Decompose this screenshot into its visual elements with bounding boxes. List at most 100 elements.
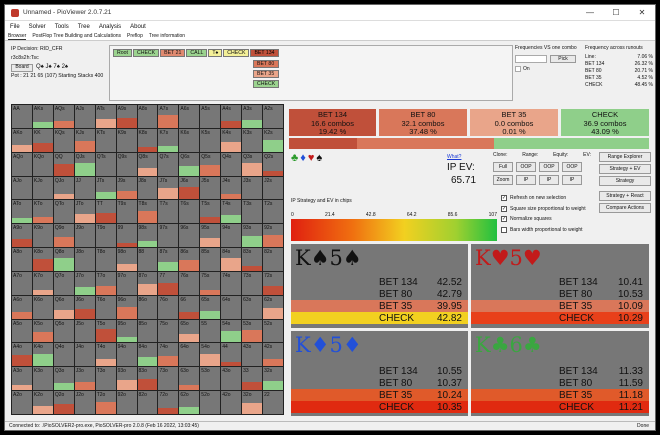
tree-node-bet80[interactable]: BET 80 bbox=[253, 60, 280, 68]
range-cell[interactable]: J8s bbox=[137, 176, 158, 200]
range-cell[interactable]: Q9o bbox=[53, 224, 74, 248]
range-cell[interactable]: A7o bbox=[12, 271, 32, 295]
range-cell[interactable]: 88 bbox=[137, 248, 158, 271]
range-cell[interactable]: Q7o bbox=[53, 271, 74, 295]
range-cell[interactable]: T8s bbox=[137, 200, 158, 224]
combo-input[interactable] bbox=[515, 55, 547, 63]
range-cell[interactable]: J9o bbox=[74, 224, 95, 248]
range-cell[interactable]: 96o bbox=[116, 295, 137, 319]
range-cell[interactable]: 87o bbox=[137, 271, 158, 295]
range-cell[interactable]: T3s bbox=[242, 200, 263, 224]
range-cell[interactable]: J3s bbox=[242, 176, 263, 200]
range-cell[interactable]: 96s bbox=[179, 224, 200, 248]
range-cell[interactable]: A9s bbox=[116, 105, 137, 128]
range-cell[interactable]: KQs bbox=[53, 128, 74, 152]
range-cell[interactable]: K6s bbox=[179, 128, 200, 152]
range-cell[interactable]: K4s bbox=[221, 128, 242, 152]
range-oop-button[interactable]: OOP bbox=[516, 162, 536, 172]
combo-card-kd5d[interactable]: K♦5♦ BET 134 10.55 BET 80 10.37 BET 35 10.2… bbox=[291, 331, 468, 416]
refresh-option[interactable]: ✓ Refresh on new selection bbox=[501, 193, 586, 204]
range-cell[interactable]: J2s bbox=[263, 176, 283, 200]
range-cell[interactable]: KQo bbox=[32, 152, 53, 176]
range-cell[interactable]: 53s bbox=[242, 319, 263, 343]
range-cell[interactable]: 44 bbox=[221, 343, 242, 367]
range-cell[interactable]: Q7s bbox=[158, 152, 179, 176]
range-cell[interactable]: K7o bbox=[32, 271, 53, 295]
range-cell[interactable]: Q2s bbox=[263, 152, 283, 176]
range-cell[interactable]: KTo bbox=[32, 200, 53, 224]
tab-tree-info[interactable]: Tree information bbox=[149, 33, 185, 39]
range-cell[interactable]: 52o bbox=[200, 391, 221, 414]
range-cell[interactable]: K8s bbox=[137, 128, 158, 152]
range-cell[interactable]: T6o bbox=[95, 295, 116, 319]
range-cell[interactable]: 73s bbox=[242, 271, 263, 295]
maximize-button[interactable]: ☐ bbox=[603, 8, 629, 17]
range-explorer-button[interactable]: Range Explorer bbox=[599, 152, 651, 162]
combo-card-kc6c[interactable]: K♣6♣ BET 134 11.33 BET 80 11.59 BET 35 11.1… bbox=[471, 331, 649, 416]
range-cell[interactable]: 92s bbox=[263, 224, 283, 248]
range-cell[interactable]: K5o bbox=[32, 319, 53, 343]
range-cell[interactable]: J4o bbox=[74, 343, 95, 367]
range-cell[interactable]: T7s bbox=[158, 200, 179, 224]
range-cell[interactable]: 72s bbox=[263, 271, 283, 295]
range-cell[interactable]: T9s bbox=[116, 200, 137, 224]
range-cell[interactable]: A8s bbox=[137, 105, 158, 128]
range-cell[interactable]: T8o bbox=[95, 248, 116, 271]
range-cell[interactable]: Q3o bbox=[53, 367, 74, 391]
minimize-button[interactable]: — bbox=[577, 8, 603, 17]
range-cell[interactable]: 82o bbox=[137, 391, 158, 414]
range-cell[interactable]: 93s bbox=[242, 224, 263, 248]
range-cell[interactable]: K2s bbox=[263, 128, 283, 152]
range-cell[interactable]: 63s bbox=[242, 295, 263, 319]
range-cell[interactable]: J2o bbox=[74, 391, 95, 414]
range-cell[interactable]: AA bbox=[12, 105, 32, 128]
range-cell[interactable]: AKs bbox=[32, 105, 53, 128]
range-cell[interactable]: A4o bbox=[12, 343, 32, 367]
range-cell[interactable]: 82s bbox=[263, 248, 283, 271]
range-cell[interactable]: QTs bbox=[95, 152, 116, 176]
range-cell[interactable]: K7s bbox=[158, 128, 179, 152]
range-cell[interactable]: 33 bbox=[242, 367, 263, 391]
range-cell[interactable]: A8o bbox=[12, 248, 32, 271]
checkbox-checked-icon[interactable]: ✓ bbox=[501, 216, 507, 223]
tree-node-bet134[interactable]: BET 134 bbox=[250, 49, 279, 57]
range-cell[interactable]: 66 bbox=[179, 295, 200, 319]
menu-file[interactable]: File bbox=[10, 24, 20, 30]
range-cell[interactable]: 62s bbox=[263, 295, 283, 319]
menu-solver[interactable]: Solver bbox=[29, 24, 46, 30]
range-cell[interactable]: QTo bbox=[53, 200, 74, 224]
range-cell[interactable]: J5s bbox=[200, 176, 221, 200]
range-cell[interactable]: K3s bbox=[242, 128, 263, 152]
strategy-check[interactable]: CHECK 36.9 combos 43.09 % bbox=[561, 109, 649, 136]
range-cell[interactable]: 84s bbox=[221, 248, 242, 271]
range-cell[interactable]: K2o bbox=[32, 391, 53, 414]
range-cell[interactable]: T5s bbox=[200, 200, 221, 224]
tree-node-call[interactable]: CALL bbox=[186, 49, 208, 57]
on-checkbox[interactable] bbox=[515, 66, 521, 72]
range-cell[interactable]: 87s bbox=[158, 248, 179, 271]
range-cell[interactable]: J7s bbox=[158, 176, 179, 200]
range-cell[interactable]: 75o bbox=[158, 319, 179, 343]
range-cell[interactable]: 43o bbox=[221, 367, 242, 391]
equity-ip-button[interactable]: IP bbox=[539, 175, 559, 185]
range-cell[interactable]: AJo bbox=[12, 176, 32, 200]
range-ip-button[interactable]: IP bbox=[516, 175, 536, 185]
range-cell[interactable]: T5o bbox=[95, 319, 116, 343]
range-cell[interactable]: 85s bbox=[200, 248, 221, 271]
club-icon[interactable]: ♣ bbox=[291, 152, 300, 164]
bars-width-option[interactable]: Bars width proportional to weight bbox=[501, 225, 586, 236]
range-cell[interactable]: K8o bbox=[32, 248, 53, 271]
range-cell[interactable]: T3o bbox=[95, 367, 116, 391]
equity-oop-button[interactable]: OOP bbox=[539, 162, 559, 172]
range-cell[interactable]: TT bbox=[95, 200, 116, 224]
range-cell[interactable]: Q8s bbox=[137, 152, 158, 176]
menu-analysis[interactable]: Analysis bbox=[99, 24, 121, 30]
tree-node-check3[interactable]: CHECK bbox=[253, 80, 280, 88]
range-cell[interactable]: A9o bbox=[12, 224, 32, 248]
range-cell[interactable]: 94o bbox=[116, 343, 137, 367]
tree-node-bet21[interactable]: BET 21 bbox=[160, 49, 186, 57]
range-cell[interactable]: Q4s bbox=[221, 152, 242, 176]
range-cell[interactable]: 83o bbox=[137, 367, 158, 391]
range-cell[interactable]: JJ bbox=[74, 176, 95, 200]
suit-filter-icons[interactable]: Q♠ J♠ 7♠ 2♠ bbox=[36, 63, 68, 72]
